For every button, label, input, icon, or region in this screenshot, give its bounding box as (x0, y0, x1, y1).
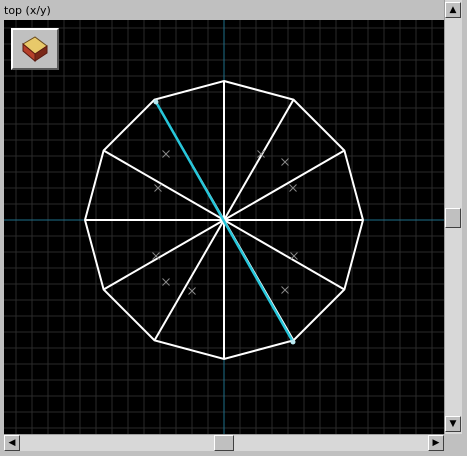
scrollbar-corner (444, 434, 462, 451)
scroll-down-button[interactable]: ▼ (445, 416, 461, 432)
selected-vertex (290, 339, 296, 345)
horizontal-scroll-thumb[interactable] (214, 435, 234, 451)
horizontal-scrollbar[interactable]: ◀ ▶ (4, 434, 444, 451)
view-title: top (x/y) (4, 4, 51, 17)
scroll-up-button[interactable]: ▲ (445, 2, 461, 18)
spoke-edge (103, 149, 225, 221)
selected-vertex (153, 99, 159, 105)
arrow-down-icon: ▼ (449, 419, 457, 429)
viewport-window: top (x/y) ▲ ▼ ◀ ▶ (0, 0, 467, 456)
eraser-tool-button[interactable] (11, 28, 59, 70)
viewport-canvas[interactable] (4, 20, 444, 434)
arrow-left-icon: ◀ (8, 438, 16, 448)
vertical-scrollbar[interactable]: ▲ ▼ (444, 0, 462, 434)
spoke-edge (153, 219, 225, 341)
orthographic-viewport[interactable] (4, 20, 444, 434)
face-marker (281, 158, 289, 166)
vertical-scroll-thumb[interactable] (445, 208, 461, 228)
scroll-right-button[interactable]: ▶ (428, 435, 444, 451)
face-marker (281, 286, 289, 294)
spoke-edge (103, 219, 225, 291)
scroll-left-button[interactable]: ◀ (4, 435, 20, 451)
arrow-up-icon: ▲ (449, 5, 457, 15)
face-marker (290, 252, 298, 260)
eraser-icon (22, 36, 48, 63)
arrow-right-icon: ▶ (432, 438, 440, 448)
